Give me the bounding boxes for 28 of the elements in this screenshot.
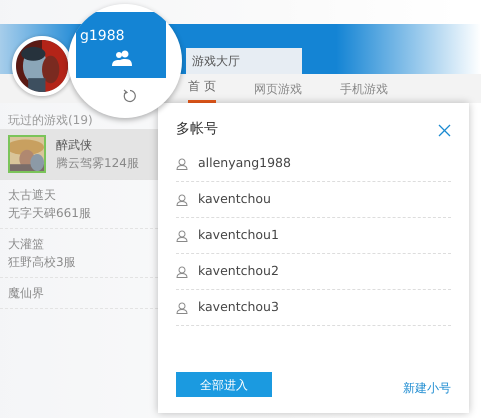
account-name[interactable]: kaventchou1 [198,226,279,245]
server-name: 狂野高校3服 [8,254,76,271]
user-icon [176,302,188,314]
section-heading: 玩过的游戏(19) [7,112,94,129]
account-name[interactable]: kaventchou [198,190,271,209]
server-name: 无字天碑661服 [8,205,91,222]
server-name: 腾云驾雾124服 [56,155,139,172]
nav-tab[interactable]: 网页游戏 [254,75,302,103]
game-name: 魔仙界 [8,285,44,302]
refresh-icon[interactable] [123,88,137,103]
hall-tab[interactable]: 游戏大厅 [186,48,302,74]
account-name[interactable]: kaventchou2 [198,262,279,281]
game-row[interactable]: 醉武侠 腾云驾雾124服 [0,129,158,180]
game-name: 大灌篮 [8,236,45,253]
user-icon [176,158,188,170]
game-name: 太古遮天 [8,187,57,204]
user-icon [176,230,188,242]
popup-title: 多帐号 [176,120,218,139]
user-icon [176,194,188,206]
nav-tab[interactable]: 手机游戏 [340,75,388,103]
users-icon[interactable] [112,50,132,66]
account-name[interactable]: kaventchou3 [198,298,279,317]
game-name: 醉武侠 [56,137,93,154]
user-icon [176,266,188,278]
close-icon[interactable] [438,124,451,137]
account-name[interactable]: allenyang1988 [198,154,291,173]
username: g1988 [80,27,125,46]
new-account-link[interactable]: 新建小号 [403,379,451,397]
